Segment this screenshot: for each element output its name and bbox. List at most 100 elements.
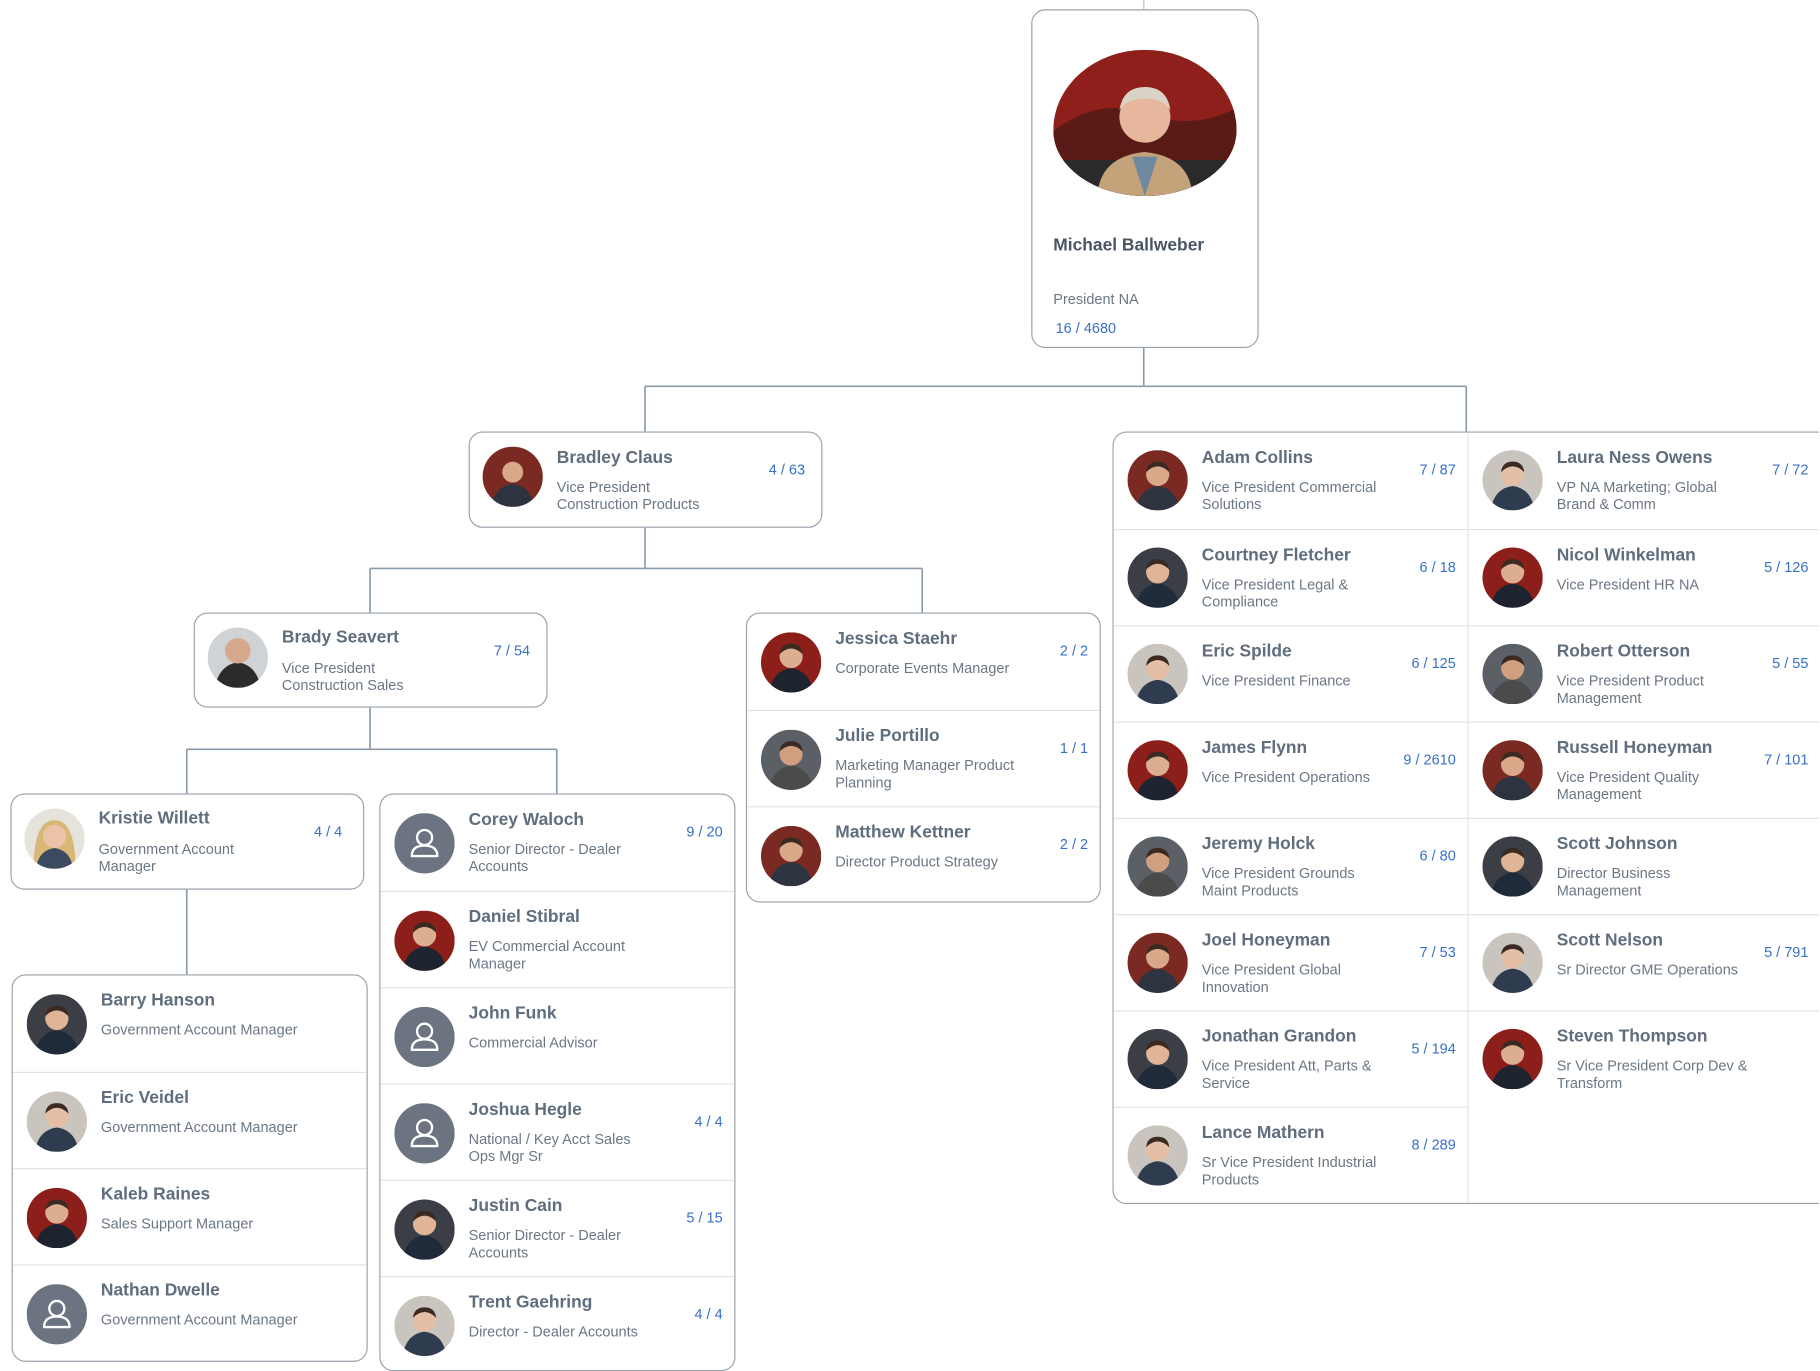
report-count[interactable]: 7 / 101 (1764, 752, 1808, 768)
report-count[interactable]: 6 / 80 (1420, 848, 1456, 864)
node-name: Robert Otterson (1556, 641, 1691, 662)
report-count[interactable]: 4 / 4 (694, 1306, 722, 1322)
org-node-root[interactable]: Michael Ballweber President NA 16 / 4680 (1031, 9, 1259, 349)
org-node-nicol-winkelman[interactable]: Nicol Winkelman Vice President HR NA 5 / 1… (1468, 528, 1819, 625)
group-bradley-reports: Jessica Staehr Corporate Events Manager 2 … (745, 612, 1101, 903)
report-count[interactable]: 7 / 72 (1772, 462, 1808, 478)
org-node-joel-honeyman[interactable]: Joel Honeyman Vice President Global Innov… (1113, 914, 1468, 1010)
node-name: Scott Nelson (1556, 930, 1664, 951)
org-node-jonathan-grandon[interactable]: Jonathan Grandon Vice President Att, Part… (1113, 1010, 1468, 1106)
org-node-nathan-dwelle[interactable]: Nathan Dwelle Government Account Manager (12, 1264, 367, 1360)
report-count[interactable]: 5 / 15 (686, 1210, 722, 1226)
node-name: Justin Cain (468, 1195, 563, 1216)
report-count[interactable]: 5 / 126 (1764, 559, 1808, 575)
node-name: Scott Johnson (1556, 834, 1678, 854)
report-count[interactable]: 9 / 2610 (1403, 752, 1455, 768)
node-name: Bradley Claus (556, 447, 673, 468)
node-title: Director - Dealer Accounts (468, 1323, 638, 1340)
org-node-jessica-staehr[interactable]: Jessica Staehr Corporate Events Manager 2 … (747, 614, 1100, 710)
report-count[interactable]: 6 / 18 (1420, 559, 1456, 575)
org-node-john-funk[interactable]: John Funk Commercial Advisor (380, 987, 735, 1083)
node-title: Vice President Global Innovation (1201, 961, 1341, 996)
report-count[interactable]: 7 / 87 (1420, 462, 1456, 478)
node-name: Corey Waloch (468, 809, 585, 830)
org-node-scott-nelson[interactable]: Scott Nelson Sr Director GME Operations 5 … (1468, 914, 1819, 1010)
avatar (1482, 932, 1543, 993)
report-count[interactable]: 6 / 125 (1411, 655, 1455, 671)
org-node-courtney-fletcher[interactable]: Courtney Fletcher Vice President Legal & … (1113, 528, 1468, 625)
org-node-adam-collins[interactable]: Adam Collins Vice President Commercial So… (1114, 433, 1468, 529)
org-node-lance-mathern[interactable]: Lance Mathern Sr Vice President Industria… (1113, 1106, 1468, 1203)
org-node-steven-thompson[interactable]: Steven Thompson Sr Vice President Corp De… (1468, 1010, 1819, 1106)
node-title: Vice President Construction Products (556, 479, 700, 513)
org-node-julie-portillo[interactable]: Julie Portillo Marketing Manager Product … (747, 709, 1100, 806)
node-title: Commercial Advisor (468, 1034, 598, 1051)
node-name: Jonathan Grandon (1201, 1026, 1357, 1047)
node-title: Government Account Manager (100, 1119, 298, 1136)
node-title: Government Account Manager (98, 841, 235, 875)
org-node-eric-spilde[interactable]: Eric Spilde Vice President Finance 6 / 125 (1113, 625, 1468, 721)
org-node-justin-cain[interactable]: Justin Cain Senior Director - Dealer Acco… (380, 1179, 735, 1276)
org-node-scott-johnson[interactable]: Scott Johnson Director Business Managemen… (1468, 817, 1819, 914)
node-title: Sales Support Manager (100, 1215, 254, 1232)
org-node-corey-waloch[interactable]: Corey Waloch Senior Director - Dealer Acc… (380, 795, 734, 891)
org-node-bradley-claus[interactable]: Bradley Claus Vice President Constructio… (468, 431, 823, 528)
node-title: Vice President Grounds Maint Products (1201, 865, 1355, 899)
org-node-james-flynn[interactable]: James Flynn Vice President Operations 9 / … (1113, 721, 1468, 818)
node-title: VP NA Marketing; Global Brand & Comm (1556, 479, 1717, 513)
org-node-trent-gaehring[interactable]: Trent Gaehring Director - Dealer Accounts… (380, 1276, 735, 1370)
report-count[interactable]: 4 / 63 (769, 462, 805, 478)
node-title: National / Key Acct Sales Ops Mgr Sr (468, 1131, 631, 1165)
avatar (26, 1187, 87, 1249)
node-name: Courtney Fletcher (1201, 545, 1351, 565)
org-node-matthew-kettner[interactable]: Matthew Kettner Director Product Strategy… (747, 806, 1100, 901)
report-count[interactable]: 4 / 4 (694, 1114, 722, 1130)
avatar (26, 994, 87, 1055)
org-node-russell-honeyman[interactable]: Russell Honeyman Vice President Quality M… (1468, 721, 1819, 818)
report-count[interactable]: 2 / 2 (1060, 643, 1088, 659)
node-title: Senior Director - Dealer Accounts (468, 841, 621, 875)
node-title: President NA (1053, 291, 1139, 308)
report-count[interactable]: 9 / 20 (686, 824, 722, 840)
org-node-daniel-stibral[interactable]: Daniel Stibral EV Commercial Account Mana… (380, 890, 735, 987)
org-node-joshua-hegle[interactable]: Joshua Hegle National / Key Acct Sales Op… (380, 1083, 735, 1179)
node-name: Eric Spilde (1201, 641, 1292, 662)
node-name: Brady Seavert (281, 627, 399, 648)
avatar (394, 1199, 455, 1260)
org-node-kaleb-raines[interactable]: Kaleb Raines Sales Support Manager (12, 1168, 367, 1264)
report-count[interactable]: 8 / 289 (1411, 1137, 1455, 1153)
org-node-robert-otterson[interactable]: Robert Otterson Vice President Product Ma… (1468, 625, 1819, 721)
report-count[interactable]: 5 / 791 (1764, 944, 1808, 960)
report-count[interactable]: 7 / 54 (494, 643, 530, 659)
node-name: Julie Portillo (835, 726, 940, 746)
avatar (24, 808, 85, 869)
avatar (1053, 49, 1237, 197)
org-node-eric-veidel[interactable]: Eric Veidel Government Account Manager (12, 1071, 367, 1168)
node-title: Vice President Att, Parts & Service (1201, 1057, 1372, 1092)
org-node-barry-hanson[interactable]: Barry Hanson Government Account Manager (13, 976, 367, 1072)
node-title: Director Product Strategy (835, 853, 998, 870)
node-title: Vice President Quality Management (1556, 769, 1700, 803)
org-node-jeremy-holck[interactable]: Jeremy Holck Vice President Grounds Maint… (1113, 817, 1468, 914)
node-title: Director Business Management (1556, 865, 1671, 899)
report-count[interactable]: 5 / 194 (1411, 1041, 1455, 1057)
node-title: Vice President Construction Sales (281, 660, 404, 694)
avatar (394, 1295, 455, 1357)
org-node-brady-seavert[interactable]: Brady Seavert Vice President Constructio… (193, 612, 548, 708)
node-name: Daniel Stibral (468, 907, 580, 927)
report-count[interactable]: 5 / 55 (1772, 655, 1808, 671)
node-name: Lance Mathern (1201, 1122, 1325, 1143)
report-count[interactable]: 16 / 4680 (1056, 320, 1116, 336)
avatar (482, 446, 543, 507)
node-name: Eric Veidel (100, 1088, 189, 1108)
report-count[interactable]: 1 / 1 (1060, 740, 1088, 756)
node-title: Marketing Manager Product Planning (835, 757, 1015, 792)
node-name: Kristie Willett (98, 808, 210, 829)
report-count[interactable]: 7 / 53 (1420, 944, 1456, 960)
node-title: Senior Director - Dealer Accounts (468, 1227, 621, 1261)
report-count[interactable]: 2 / 2 (1060, 836, 1088, 852)
org-node-laura-ness-owens[interactable]: Laura Ness Owens VP NA Marketing; Global … (1469, 433, 1819, 529)
org-node-kristie-willett[interactable]: Kristie Willett Government Account Manag… (10, 793, 365, 890)
report-count[interactable]: 4 / 4 (314, 824, 342, 840)
node-title: Vice President Commercial Solutions (1201, 479, 1377, 513)
